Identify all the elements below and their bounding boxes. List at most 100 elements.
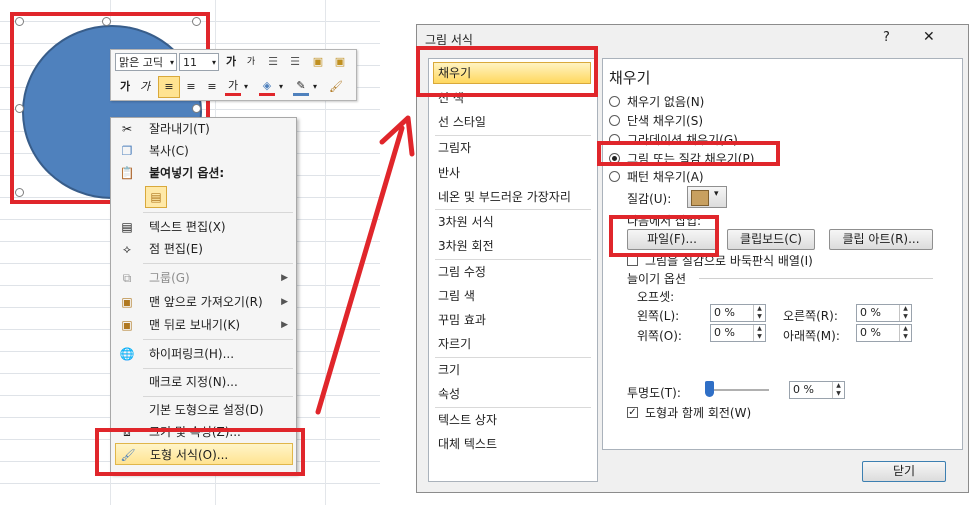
radio-pattern-fill[interactable]: [609, 171, 620, 182]
menu-item-set-default-shape[interactable]: 기본 도형으로 설정(D): [111, 399, 296, 421]
paste-icon: 📋: [119, 166, 135, 180]
radio-no-fill[interactable]: [609, 96, 620, 107]
offset-left-spinner[interactable]: 0 % ▲ ▼: [710, 304, 766, 322]
label-no-fill: 채우기 없음(N): [627, 95, 705, 109]
edit-text-icon: ▤: [121, 220, 133, 234]
menu-separator: [143, 396, 293, 397]
help-icon[interactable]: ?: [883, 30, 890, 45]
menu-item-send-back[interactable]: ▣ 맨 뒤로 보내기(K) ▶: [111, 314, 296, 336]
align-right-icon[interactable]: ≡: [204, 78, 220, 96]
close-button[interactable]: 닫기: [862, 461, 946, 482]
scissors-icon: ✂: [121, 122, 133, 136]
stretch-options-label: 늘이기 옵션: [627, 272, 687, 286]
menu-separator: [143, 263, 293, 264]
grow-font-button[interactable]: 가: [223, 53, 239, 71]
menu-item-assign-macro[interactable]: 매크로 지정(N)...: [111, 371, 296, 393]
category-size[interactable]: 크기: [438, 360, 460, 380]
category-crop[interactable]: 자르기: [438, 334, 471, 354]
copy-icon: ❐: [121, 144, 133, 158]
font-color-button[interactable]: 가: [225, 78, 241, 96]
hyperlink-icon: 🌐: [119, 347, 135, 361]
chevron-down-icon[interactable]: ▾: [311, 78, 319, 96]
bring-front-icon[interactable]: ▣: [309, 53, 327, 71]
font-name-box[interactable]: 맑은 고딕 ▾: [115, 53, 177, 71]
transparency-spinner[interactable]: 0 % ▲ ▼: [789, 381, 845, 399]
category-glow-soft-edges[interactable]: 네온 및 부드러운 가장자리: [438, 187, 571, 207]
align-left-icon[interactable]: ≡: [158, 76, 180, 98]
clipboard-button[interactable]: 클립보드(C): [727, 229, 815, 250]
menu-item-edit-text[interactable]: ▤ 텍스트 편집(X): [111, 216, 296, 238]
label-solid-fill: 단색 채우기(S): [627, 114, 703, 128]
offset-label: 오프셋:: [637, 290, 675, 304]
clipart-button[interactable]: 클립 아트(R)...: [829, 229, 933, 250]
texture-dropdown[interactable]: ▾: [687, 186, 727, 208]
chevron-right-icon: ▶: [281, 320, 288, 330]
menu-item-hyperlink[interactable]: 🌐 하이퍼링크(H)...: [111, 343, 296, 365]
category-list: 채우기 선 색 선 스타일 그림자 반사 네온 및 부드러운 가장자리 3차원 …: [428, 58, 598, 482]
menu-item-edit-points[interactable]: ⟡ 점 편집(E): [111, 238, 296, 260]
menu-item-bring-front[interactable]: ▣ 맨 앞으로 가져오기(R) ▶: [111, 291, 296, 313]
category-text-box[interactable]: 텍스트 상자: [438, 410, 497, 430]
menu-item-group[interactable]: ⧉ 그룹(G) ▶: [111, 267, 296, 289]
texture-swatch: [691, 190, 709, 206]
category-reflection[interactable]: 반사: [438, 163, 460, 183]
menu-item-paste-options: 📋 붙여넣기 옵션:: [119, 166, 225, 180]
offset-right-label: 오른쪽(R):: [783, 309, 838, 323]
rotate-with-shape-label: 도형과 함께 회전(W): [645, 406, 752, 420]
pointer-arrow: [315, 115, 415, 415]
offset-bottom-spinner[interactable]: 0 % ▲ ▼: [856, 324, 912, 342]
category-3d-rotation[interactable]: 3차원 회전: [438, 236, 494, 256]
category-3d-format[interactable]: 3차원 서식: [438, 212, 494, 232]
close-icon[interactable]: ✕: [923, 29, 935, 45]
category-line-style[interactable]: 선 스타일: [438, 112, 486, 132]
menu-separator: [143, 368, 293, 369]
highlight-box-file-button: [609, 215, 719, 257]
align-center-icon[interactable]: ≡: [183, 78, 199, 96]
chevron-right-icon: ▶: [281, 297, 288, 307]
chevron-down-icon[interactable]: ▾: [242, 78, 250, 96]
category-shadow[interactable]: 그림자: [438, 138, 471, 158]
decrease-indent-icon[interactable]: ☰: [265, 53, 281, 71]
menu-item-copy[interactable]: ❐ 복사(C): [111, 140, 296, 162]
section-title: 채우기: [609, 69, 651, 87]
transparency-slider-track[interactable]: [707, 389, 769, 391]
label-pattern-fill: 패턴 채우기(A): [627, 170, 704, 184]
line-color-icon[interactable]: ✎: [293, 78, 309, 96]
shrink-font-button[interactable]: 가: [243, 53, 259, 71]
rotate-with-shape-checkbox[interactable]: ✓: [627, 407, 638, 418]
send-back-icon: ▣: [121, 318, 133, 332]
offset-top-label: 위쪽(O):: [637, 329, 682, 343]
mini-toolbar: 맑은 고딕 ▾ 11 ▾ 가 가 ☰ ☰ ▣ ▣ 가 가 ≡ ≡ ≡ 가 ▾ ◈ ▾…: [110, 49, 357, 101]
offset-top-spinner[interactable]: 0 % ▲ ▼: [710, 324, 766, 342]
offset-right-spinner[interactable]: 0 % ▲ ▼: [856, 304, 912, 322]
chevron-down-icon[interactable]: ▾: [277, 78, 285, 96]
transparency-slider-thumb[interactable]: [705, 381, 714, 397]
fill-color-icon[interactable]: ◈: [259, 78, 275, 96]
category-alt-text[interactable]: 대체 텍스트: [438, 434, 497, 454]
font-size-box[interactable]: 11 ▾: [179, 53, 219, 71]
paste-option-icon[interactable]: ▤: [145, 186, 167, 208]
bold-button[interactable]: 가: [117, 78, 133, 96]
format-painter-icon[interactable]: 🖌: [327, 78, 345, 96]
category-artistic-effects[interactable]: 꾸밈 효과: [438, 310, 486, 330]
chevron-down-icon: ▾: [714, 189, 719, 199]
highlight-box-format-shape: [95, 428, 305, 476]
menu-separator: [143, 212, 293, 213]
category-picture-corrections[interactable]: 그림 수정: [438, 262, 486, 282]
highlight-box-fill-category: [416, 46, 598, 97]
category-picture-color[interactable]: 그림 색: [438, 286, 475, 306]
group-icon: ⧉: [122, 271, 132, 285]
context-menu: ✂ 잘라내기(T) ❐ 복사(C) 📋 붙여넣기 옵션: ▤ ▤ 텍스트 편집(X) ⟡…: [110, 117, 297, 474]
texture-label: 질감(U):: [627, 192, 672, 206]
menu-item-cut[interactable]: ✂ 잘라내기(T): [111, 118, 296, 140]
bring-front-icon: ▣: [121, 295, 133, 309]
italic-button[interactable]: 가: [137, 78, 153, 96]
send-back-icon[interactable]: ▣: [331, 53, 349, 71]
highlight-box-picture-fill: [597, 141, 780, 166]
offset-left-label: 왼쪽(L):: [637, 309, 680, 323]
category-properties[interactable]: 속성: [438, 384, 460, 404]
edit-points-icon: ⟡: [123, 242, 131, 256]
radio-solid-fill[interactable]: [609, 115, 620, 126]
offset-bottom-label: 아래쪽(M):: [783, 329, 840, 343]
increase-indent-icon[interactable]: ☰: [287, 53, 303, 71]
